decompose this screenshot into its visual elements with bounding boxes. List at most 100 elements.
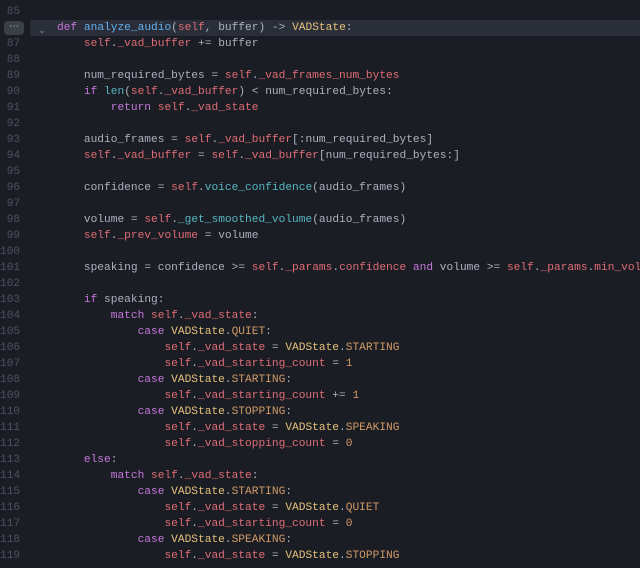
line-number-text: 103 xyxy=(0,292,20,308)
code-line[interactable]: self._vad_state = VADState.SPEAKING xyxy=(30,420,640,436)
line-number-text: 94 xyxy=(7,148,20,164)
line-number-text: 99 xyxy=(7,228,20,244)
code-line[interactable]: volume = self._get_smoothed_volume(audio… xyxy=(30,212,640,228)
line-number[interactable]: 110 xyxy=(0,404,30,420)
line-number[interactable]: 108 xyxy=(0,372,30,388)
line-number-text: 102 xyxy=(0,276,20,292)
code-line[interactable]: match self._vad_state: xyxy=(30,468,640,484)
line-number-text: 108 xyxy=(0,372,20,388)
line-number[interactable]: 90 xyxy=(0,84,30,100)
line-number[interactable]: 118 xyxy=(0,532,30,548)
line-number[interactable]: 109 xyxy=(0,388,30,404)
line-number[interactable]: 113 xyxy=(0,452,30,468)
line-number-text: 90 xyxy=(7,84,20,100)
code-line[interactable]: num_required_bytes = self._vad_frames_nu… xyxy=(30,68,640,84)
line-number[interactable]: 93 xyxy=(0,132,30,148)
code-line[interactable]: case VADState.STARTING: xyxy=(30,484,640,500)
code-line[interactable]: case VADState.STARTING: xyxy=(30,372,640,388)
code-line[interactable]: self._vad_starting_count = 0 xyxy=(30,516,640,532)
line-number[interactable]: 96 xyxy=(0,180,30,196)
code-line[interactable]: self._prev_volume = volume xyxy=(30,228,640,244)
code-editor[interactable]: 85⋯86⌄8788899091929394959697989910010110… xyxy=(0,0,640,568)
code-line[interactable]: case VADState.SPEAKING: xyxy=(30,532,640,548)
line-number[interactable]: 119 xyxy=(0,548,30,564)
line-number[interactable]: 102 xyxy=(0,276,30,292)
line-number[interactable]: 104 xyxy=(0,308,30,324)
line-number-text: 110 xyxy=(0,404,20,420)
line-number-text: 115 xyxy=(0,484,20,500)
code-line[interactable]: return self._vad_state xyxy=(30,100,640,116)
code-line[interactable]: self._vad_buffer += buffer xyxy=(30,36,640,52)
line-number-text: 106 xyxy=(0,340,20,356)
line-number-text: 104 xyxy=(0,308,20,324)
line-number[interactable]: ⋯86⌄ xyxy=(0,20,30,36)
code-line[interactable]: self._vad_buffer = self._vad_buffer[num_… xyxy=(30,148,640,164)
code-line[interactable]: audio_frames = self._vad_buffer[:num_req… xyxy=(30,132,640,148)
line-number-gutter[interactable]: 85⋯86⌄8788899091929394959697989910010110… xyxy=(0,0,30,568)
line-number[interactable]: 97 xyxy=(0,196,30,212)
line-number[interactable]: 95 xyxy=(0,164,30,180)
line-number-text: 118 xyxy=(0,532,20,548)
line-number[interactable]: 114 xyxy=(0,468,30,484)
line-number-text: 107 xyxy=(0,356,20,372)
line-number-text: 87 xyxy=(7,36,20,52)
code-line[interactable] xyxy=(30,52,640,68)
line-number[interactable]: 91 xyxy=(0,100,30,116)
line-number-text: 113 xyxy=(0,452,20,468)
code-line[interactable]: def analyze_audio(self, buffer) -> VADSt… xyxy=(30,20,640,36)
line-number-text: 117 xyxy=(0,516,20,532)
line-number-text: 92 xyxy=(7,116,20,132)
line-number-text: 96 xyxy=(7,180,20,196)
code-line[interactable]: self._vad_stopping_count = 0 xyxy=(30,436,640,452)
code-line[interactable]: case VADState.QUIET: xyxy=(30,324,640,340)
line-number[interactable]: 106 xyxy=(0,340,30,356)
line-number[interactable]: 101 xyxy=(0,260,30,276)
code-line[interactable] xyxy=(30,116,640,132)
code-line[interactable]: match self._vad_state: xyxy=(30,308,640,324)
line-number[interactable]: 105 xyxy=(0,324,30,340)
line-number[interactable]: 117 xyxy=(0,516,30,532)
line-number-text: 114 xyxy=(0,468,20,484)
code-line[interactable]: self._vad_starting_count += 1 xyxy=(30,388,640,404)
code-line[interactable]: confidence = self.voice_confidence(audio… xyxy=(30,180,640,196)
code-line[interactable]: speaking = confidence >= self._params.co… xyxy=(30,260,640,276)
code-line[interactable]: self._vad_state = VADState.QUIET xyxy=(30,500,640,516)
code-line[interactable]: if speaking: xyxy=(30,292,640,308)
code-line[interactable]: self._vad_state = VADState.STOPPING xyxy=(30,548,640,564)
line-number-text: 89 xyxy=(7,68,20,84)
code-line[interactable] xyxy=(30,244,640,260)
code-line[interactable] xyxy=(30,164,640,180)
line-number[interactable]: 98 xyxy=(0,212,30,228)
line-number[interactable]: 92 xyxy=(0,116,30,132)
line-number[interactable]: 94 xyxy=(0,148,30,164)
line-number-text: 97 xyxy=(7,196,20,212)
line-number-text: 93 xyxy=(7,132,20,148)
line-number[interactable]: 87 xyxy=(0,36,30,52)
line-number[interactable]: 99 xyxy=(0,228,30,244)
code-area[interactable]: def analyze_audio(self, buffer) -> VADSt… xyxy=(30,0,640,568)
code-line[interactable] xyxy=(30,4,640,20)
code-line[interactable] xyxy=(30,276,640,292)
line-number-text: 112 xyxy=(0,436,20,452)
chevron-down-icon[interactable]: ⌄ xyxy=(38,23,46,39)
code-line[interactable]: self._vad_state = VADState.STARTING xyxy=(30,340,640,356)
line-number[interactable]: 112 xyxy=(0,436,30,452)
ellipsis-icon[interactable]: ⋯ xyxy=(4,21,24,35)
line-number[interactable]: 88 xyxy=(0,52,30,68)
line-number[interactable]: 85 xyxy=(0,4,30,20)
code-line[interactable]: else: xyxy=(30,452,640,468)
line-number[interactable]: 116 xyxy=(0,500,30,516)
code-line[interactable] xyxy=(30,196,640,212)
line-number[interactable]: 107 xyxy=(0,356,30,372)
line-number[interactable]: 89 xyxy=(0,68,30,84)
line-number[interactable]: 115 xyxy=(0,484,30,500)
line-number-text: 85 xyxy=(7,4,20,20)
code-line[interactable]: case VADState.STOPPING: xyxy=(30,404,640,420)
line-number[interactable]: 100 xyxy=(0,244,30,260)
code-line[interactable]: if len(self._vad_buffer) < num_required_… xyxy=(30,84,640,100)
code-line[interactable]: self._vad_starting_count = 1 xyxy=(30,356,640,372)
line-number-text: 105 xyxy=(0,324,20,340)
line-number[interactable]: 111 xyxy=(0,420,30,436)
line-number[interactable]: 103 xyxy=(0,292,30,308)
line-number-text: 119 xyxy=(0,548,20,564)
